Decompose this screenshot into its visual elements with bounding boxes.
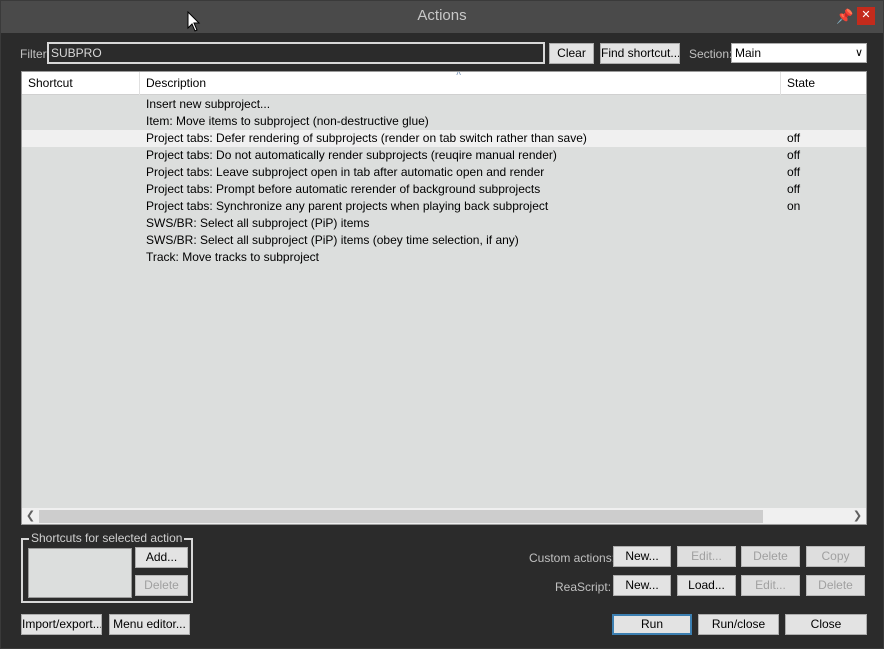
reascript-load-button[interactable]: Load... — [677, 575, 736, 596]
list-rows: Insert new subproject... Item: Move item… — [22, 96, 866, 266]
run-close-button[interactable]: Run/close — [698, 614, 779, 635]
close-icon[interactable]: ✕ — [857, 7, 875, 25]
pin-icon[interactable]: 📌 — [835, 7, 855, 25]
actions-window: Actions 📌 ✕ Filter: Clear Find shortcut.… — [0, 0, 884, 649]
row-description: Project tabs: Prompt before automatic re… — [146, 182, 541, 196]
row-description: Project tabs: Defer rendering of subproj… — [146, 131, 587, 145]
table-row[interactable]: Project tabs: Do not automatically rende… — [22, 147, 866, 164]
row-description: Project tabs: Leave subproject open in t… — [146, 165, 545, 179]
scrollbar-thumb[interactable] — [39, 510, 763, 523]
horizontal-scrollbar[interactable]: ❮ ❯ — [22, 508, 866, 524]
chevron-down-icon: ∨ — [854, 47, 863, 59]
row-description: Insert new subproject... — [146, 97, 271, 111]
menu-editor-button[interactable]: Menu editor... — [109, 614, 190, 635]
chevron-left-icon[interactable]: ❮ — [22, 508, 39, 524]
import-export-button[interactable]: Import/export... — [21, 614, 102, 635]
chevron-right-icon[interactable]: ❯ — [849, 508, 866, 524]
row-description: Project tabs: Synchronize any parent pro… — [146, 199, 549, 213]
run-button[interactable]: Run — [612, 614, 692, 635]
table-row[interactable]: SWS/BR: Select all subproject (PiP) item… — [22, 215, 866, 232]
custom-action-edit-button[interactable]: Edit... — [677, 546, 736, 567]
reascript-edit-button[interactable]: Edit... — [741, 575, 800, 596]
list-header: Shortcut Description ˄ State — [22, 72, 866, 95]
add-shortcut-button[interactable]: Add... — [135, 547, 188, 568]
mouse-cursor-icon — [187, 11, 201, 32]
column-header-shortcut[interactable]: Shortcut — [22, 72, 140, 95]
row-description: Project tabs: Do not automatically rende… — [146, 148, 557, 162]
close-button[interactable]: Close — [785, 614, 867, 635]
reascript-new-button[interactable]: New... — [613, 575, 671, 596]
title-bar: Actions 📌 ✕ — [1, 1, 883, 33]
row-state: off — [787, 182, 801, 196]
row-state: off — [787, 148, 801, 162]
custom-actions-label: Custom actions: — [529, 551, 616, 565]
row-description: Track: Move tracks to subproject — [146, 250, 319, 264]
filter-input[interactable] — [47, 42, 545, 64]
table-row[interactable]: Item: Move items to subproject (non-dest… — [22, 113, 866, 130]
find-shortcut-button[interactable]: Find shortcut... — [600, 43, 680, 64]
table-row[interactable]: Project tabs: Prompt before automatic re… — [22, 181, 866, 198]
actions-list[interactable]: Shortcut Description ˄ State Insert new … — [21, 71, 867, 525]
table-row[interactable]: SWS/BR: Select all subproject (PiP) item… — [22, 232, 866, 249]
custom-action-copy-button[interactable]: Copy — [806, 546, 865, 567]
table-row[interactable]: Project tabs: Synchronize any parent pro… — [22, 198, 866, 215]
section-select[interactable]: Main ∨ — [731, 43, 867, 63]
reascript-delete-button[interactable]: Delete — [806, 575, 865, 596]
column-header-state[interactable]: State — [781, 72, 866, 95]
sort-ascending-icon: ˄ — [456, 71, 462, 78]
table-row-selected[interactable]: Project tabs: Defer rendering of subproj… — [22, 130, 866, 147]
row-description: SWS/BR: Select all subproject (PiP) item… — [146, 233, 519, 247]
clear-button[interactable]: Clear — [549, 43, 594, 64]
row-description: Item: Move items to subproject (non-dest… — [146, 114, 429, 128]
window-title: Actions — [417, 7, 467, 24]
row-state: off — [787, 131, 801, 145]
section-selected-value: Main — [735, 46, 762, 60]
table-row[interactable]: Project tabs: Leave subproject open in t… — [22, 164, 866, 181]
section-label: Section: — [689, 47, 733, 61]
filter-label: Filter: — [20, 47, 50, 61]
custom-action-new-button[interactable]: New... — [613, 546, 671, 567]
reascript-label: ReaScript: — [555, 580, 612, 594]
row-state: on — [787, 199, 801, 213]
custom-action-delete-button[interactable]: Delete — [741, 546, 800, 567]
table-row[interactable]: Insert new subproject... — [22, 96, 866, 113]
row-description: SWS/BR: Select all subproject (PiP) item… — [146, 216, 370, 230]
delete-shortcut-button[interactable]: Delete — [135, 575, 188, 596]
row-state: off — [787, 165, 801, 179]
shortcuts-group-label: Shortcuts for selected action — [29, 531, 185, 545]
table-row[interactable]: Track: Move tracks to subproject — [22, 249, 866, 266]
shortcuts-list[interactable] — [28, 548, 132, 598]
